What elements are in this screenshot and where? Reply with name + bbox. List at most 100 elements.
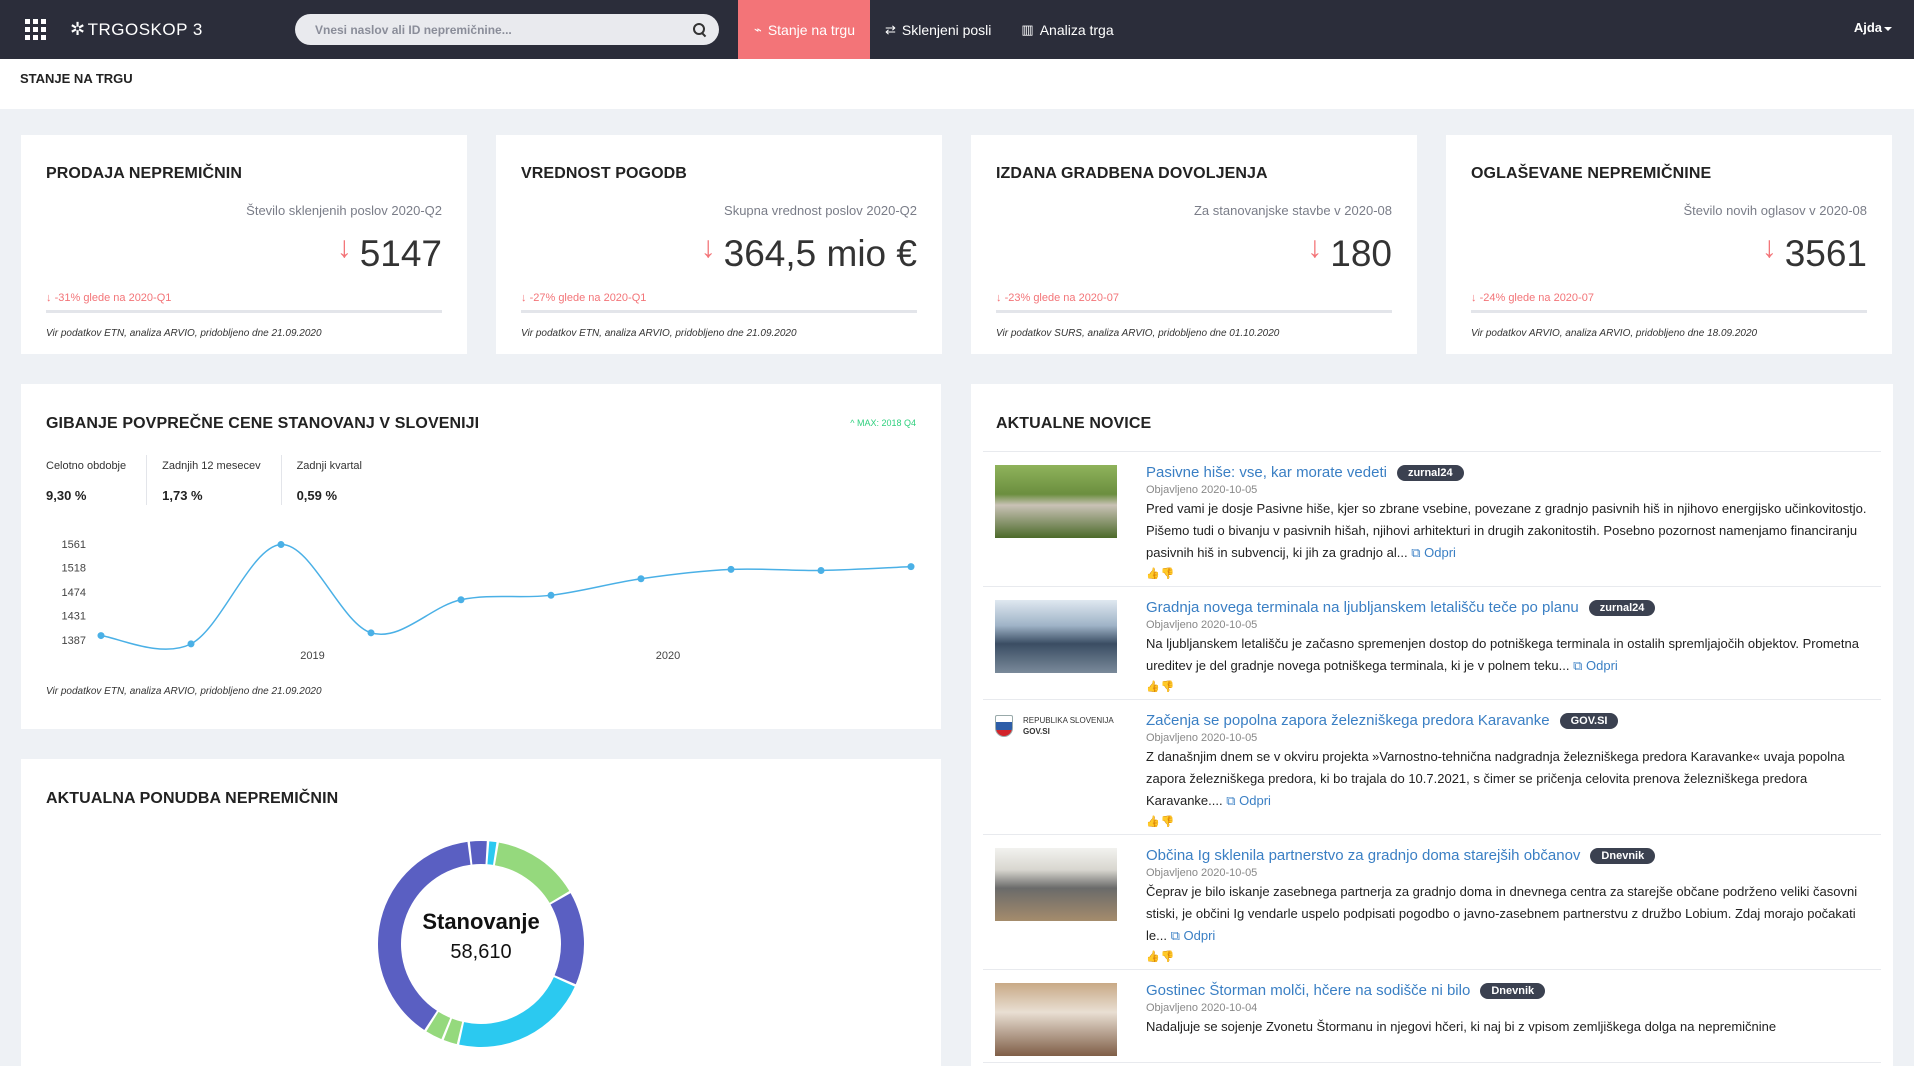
news-list: Pasivne hiše: vse, kar morate vedeti zurn… xyxy=(983,451,1881,1063)
news-thumbnail[interactable] xyxy=(995,600,1117,673)
snowflake-logo-icon: ✲ xyxy=(70,19,86,39)
stat-value: 1,73 % xyxy=(162,488,203,503)
search-icon[interactable] xyxy=(693,22,707,37)
donut-slice[interactable] xyxy=(459,977,575,1047)
news-thumbnail[interactable] xyxy=(995,848,1117,921)
data-point[interactable] xyxy=(637,575,645,583)
thumbs-up-icon[interactable]: 👍 xyxy=(1146,951,1161,963)
data-point[interactable] xyxy=(817,566,825,574)
gov-si-logo: REPUBLIKA SLOVENIJA GOV.SI xyxy=(995,713,1117,737)
news-excerpt: Pred vami je dosje Pasivne hiše, kjer so… xyxy=(1146,501,1867,560)
news-title-link[interactable]: Začenja se popolna zapora železniškega p… xyxy=(1146,712,1550,729)
stat-12-mesecev: Zadnjih 12 mesecev 1,73 % xyxy=(162,455,282,505)
brand-name: TRGOSKOP 3 xyxy=(87,19,203,39)
kpi-divider xyxy=(521,310,917,313)
search-input[interactable] xyxy=(315,22,693,37)
news-title-link[interactable]: Gostinec Štorman molči, hčere na sodišče… xyxy=(1146,982,1470,999)
current-offer-card: AKTUALNA PONUDBA NEPREMIČNIN Stanovanje … xyxy=(21,759,941,1066)
news-date: Objavljeno 2020-10-05 xyxy=(1146,484,1258,496)
kpi-subtitle: Število sklenjenih poslov 2020-Q2 xyxy=(246,203,442,218)
open-link[interactable]: ⧉ Odpri xyxy=(1226,793,1271,808)
price-stats: Celotno obdobje 9,30 % Zadnjih 12 mesece… xyxy=(46,455,397,505)
stat-label: Zadnji kvartal xyxy=(296,460,362,472)
news-rating: 👍👎 xyxy=(1146,815,1871,828)
brand-logo[interactable]: ✲ TRGOSKOP 3 xyxy=(70,19,280,40)
data-point[interactable] xyxy=(727,565,735,573)
price-series-line xyxy=(100,543,912,650)
data-point[interactable] xyxy=(97,632,105,640)
user-name: Ajda xyxy=(1853,20,1882,35)
card-title: AKTUALNE NOVICE xyxy=(996,415,1152,432)
data-point[interactable] xyxy=(367,629,375,637)
nav-stanje-na-trgu[interactable]: ⌁ Stanje na trgu xyxy=(738,0,870,59)
thumbs-down-icon[interactable]: 👎 xyxy=(1161,951,1176,963)
news-thumbnail[interactable]: REPUBLIKA SLOVENIJA GOV.SI xyxy=(995,713,1117,786)
nav-sklenjeni-posli[interactable]: ⇄ Sklenjeni posli xyxy=(870,0,1006,59)
kpi-title: VREDNOST POGODB xyxy=(521,165,687,182)
top-navbar: ✲ TRGOSKOP 3 ⌁ Stanje na trgu ⇄ Sklenjen… xyxy=(0,0,1914,59)
news-item: Občina Ig sklenila partnerstvo za gradnj… xyxy=(983,835,1881,970)
bar-chart-icon: ▥ xyxy=(1021,21,1034,37)
nav-analiza-trga[interactable]: ▥ Analiza trga xyxy=(1006,0,1128,59)
stat-kvartal: Zadnji kvartal 0,59 % xyxy=(297,455,382,505)
kpi-value: ↓ 3561 xyxy=(1761,231,1867,274)
donut-slice[interactable] xyxy=(469,841,487,865)
donut-slice[interactable] xyxy=(487,841,497,865)
donut-center: Stanovanje 58,610 xyxy=(376,909,586,964)
price-trend-card: GIBANJE POVPREČNE CENE STANOVANJ V SLOVE… xyxy=(21,384,941,729)
y-tick-label: 1561 xyxy=(62,539,86,551)
thumbs-up-icon[interactable]: 👍 xyxy=(1146,568,1161,580)
kpi-value: ↓ 5147 xyxy=(336,231,442,274)
news-date: Objavljeno 2020-10-05 xyxy=(1146,619,1258,631)
exchange-icon: ⇄ xyxy=(885,21,896,37)
news-source-badge: Dnevnik xyxy=(1590,848,1656,864)
user-menu[interactable]: Ajda xyxy=(1854,20,1892,35)
thumbs-down-icon[interactable]: 👎 xyxy=(1161,568,1176,580)
y-tick-label: 1518 xyxy=(62,563,86,575)
thumbs-up-icon[interactable]: 👍 xyxy=(1146,816,1161,828)
card-title: AKTUALNA PONUDBA NEPREMIČNIN xyxy=(46,790,339,807)
news-item: Gradnja novega terminala na ljubljanskem… xyxy=(983,587,1881,700)
thumbs-up-icon[interactable]: 👍 xyxy=(1146,681,1161,693)
news-excerpt: Z današnjim dnem se v okviru projekta »V… xyxy=(1146,749,1845,808)
pulse-icon: ⌁ xyxy=(754,21,762,37)
news-date: Objavljeno 2020-10-05 xyxy=(1146,867,1258,879)
news-thumbnail[interactable] xyxy=(995,465,1117,538)
donut-center-label: Stanovanje xyxy=(422,909,540,934)
y-tick-label: 1474 xyxy=(62,587,86,599)
data-point[interactable] xyxy=(907,563,915,571)
open-link[interactable]: ⧉ Odpri xyxy=(1171,928,1216,943)
chart-source: Vir podatkov ETN, analiza ARVIO, pridobl… xyxy=(46,686,322,697)
news-source-badge: zurnal24 xyxy=(1396,465,1464,481)
news-title-link[interactable]: Občina Ig sklenila partnerstvo za gradnj… xyxy=(1146,847,1580,864)
max-label: ^ MAX: 2018 Q4 xyxy=(850,418,916,428)
stat-label: Zadnjih 12 mesecev xyxy=(162,460,261,472)
nav-label: Sklenjeni posli xyxy=(901,21,992,38)
donut-slice[interactable] xyxy=(494,842,570,903)
arrow-down-icon: ↓ xyxy=(1307,231,1323,264)
news-title-link[interactable]: Gradnja novega terminala na ljubljanskem… xyxy=(1146,599,1579,616)
news-excerpt: Na ljubljanskem letališču je začasno spr… xyxy=(1146,636,1859,673)
thumbs-down-icon[interactable]: 👎 xyxy=(1161,681,1176,693)
open-link[interactable]: ⧉ Odpri xyxy=(1411,545,1456,560)
open-link[interactable]: ⧉ Odpri xyxy=(1573,658,1618,673)
stat-value: 9,30 % xyxy=(46,488,87,503)
kpi-card-vrednost: VREDNOST POGODB Skupna vrednost poslov 2… xyxy=(496,135,942,354)
kpi-subtitle: Za stanovanjske stavbe v 2020-08 xyxy=(1193,203,1392,218)
apps-menu-button[interactable] xyxy=(0,0,70,59)
data-point[interactable] xyxy=(457,596,465,604)
news-thumbnail[interactable] xyxy=(995,983,1117,1056)
arrow-down-icon: ↓ xyxy=(336,231,352,264)
news-rating: 👍👎 xyxy=(1146,680,1871,693)
data-point[interactable] xyxy=(547,591,555,599)
news-rating: 👍👎 xyxy=(1146,567,1871,580)
news-title-link[interactable]: Pasivne hiše: vse, kar morate vedeti xyxy=(1146,464,1387,481)
news-item: Pasivne hiše: vse, kar morate vedeti zurn… xyxy=(983,452,1881,587)
thumbs-down-icon[interactable]: 👎 xyxy=(1161,816,1176,828)
data-point[interactable] xyxy=(187,640,195,648)
search-box xyxy=(295,14,719,45)
kpi-source: Vir podatkov ETN, analiza ARVIO, pridobl… xyxy=(521,328,797,339)
data-point[interactable] xyxy=(277,541,285,549)
price-line-chart: 1561 1518 1474 1431 1387 2019 2020 xyxy=(62,539,915,662)
kpi-card-prodaja: PRODAJA NEPREMIČNIN Število sklenjenih p… xyxy=(21,135,467,354)
